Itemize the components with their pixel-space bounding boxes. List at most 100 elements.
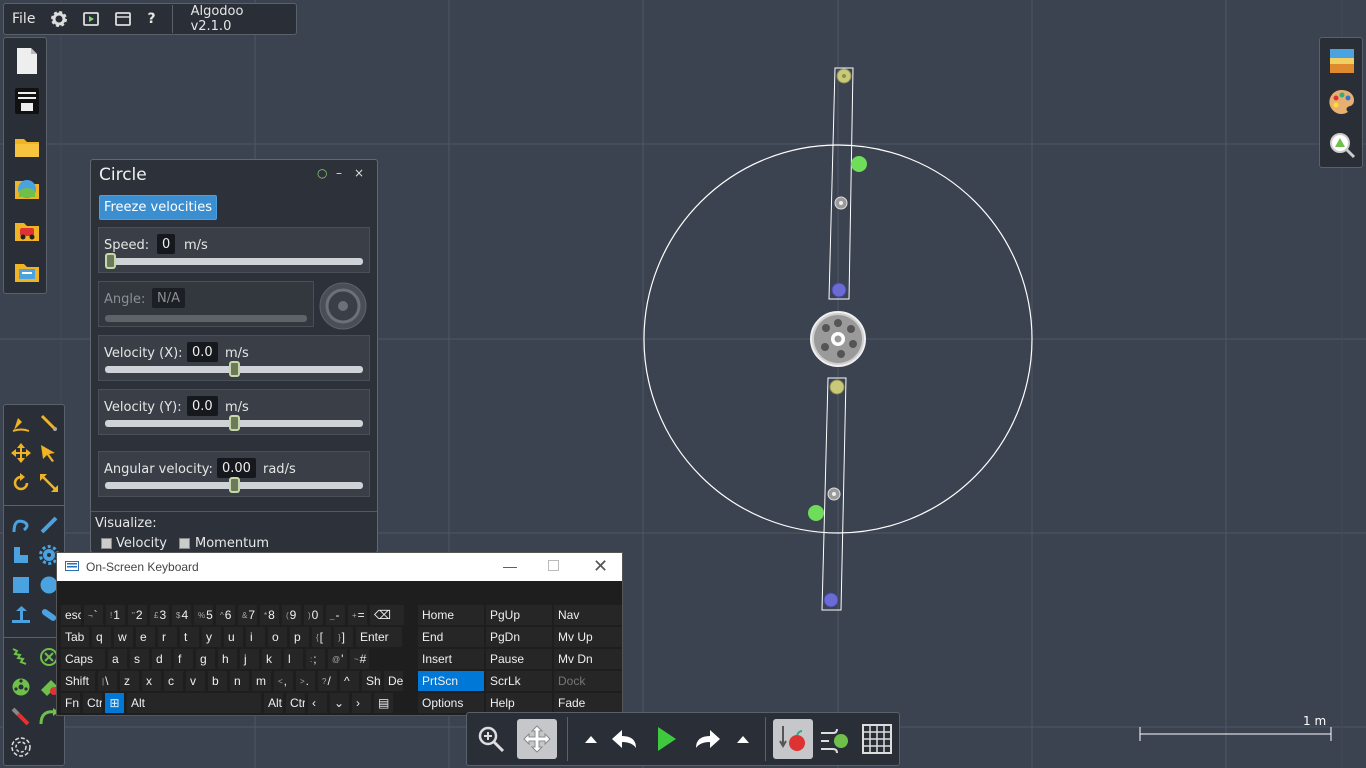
rope-tool-icon[interactable] xyxy=(10,514,32,536)
move-tool-icon[interactable] xyxy=(10,442,32,464)
osk-key[interactable]: q xyxy=(92,627,111,647)
osk-key[interactable]: Enter xyxy=(356,627,402,647)
visualize-velocity-checkbox[interactable] xyxy=(101,538,112,549)
new-scene-icon[interactable] xyxy=(13,46,41,76)
osk-key[interactable]: Shift xyxy=(61,671,95,691)
osk-nav-key[interactable]: Options xyxy=(418,693,484,713)
play-icon[interactable] xyxy=(646,719,686,759)
osk-key[interactable]: b xyxy=(208,671,227,691)
osk-key[interactable]: x xyxy=(142,671,161,691)
redo-history-arrow-icon[interactable] xyxy=(723,719,763,759)
osk-key[interactable]: z xyxy=(120,671,139,691)
osk-key[interactable]: l xyxy=(284,649,303,669)
osk-key[interactable]: n xyxy=(230,671,249,691)
osk-key[interactable]: £3 xyxy=(150,605,169,625)
osk-key[interactable]: y xyxy=(202,627,221,647)
scene-browser-icon[interactable] xyxy=(13,86,41,116)
velocity-y-input[interactable]: 0.0 xyxy=(187,396,218,416)
osk-key[interactable]: @ ' xyxy=(328,649,347,669)
open-folder-icon[interactable] xyxy=(13,131,41,161)
osk-key[interactable]: ) 0 xyxy=(304,605,323,625)
air-friction-icon[interactable] xyxy=(815,719,855,759)
velocity-y-slider-thumb[interactable] xyxy=(228,415,240,431)
osk-key[interactable]: esc xyxy=(61,605,81,625)
osk-key[interactable]: ‹ xyxy=(308,693,327,713)
osk-key[interactable]: % 5 xyxy=(194,605,213,625)
minimize-icon[interactable]: – xyxy=(336,166,342,180)
osk-key[interactable]: ⊞ xyxy=(105,693,124,713)
osk-nav-key[interactable]: Mv Dn xyxy=(554,649,622,669)
osk-key[interactable]: Del xyxy=(384,671,403,691)
osk-key[interactable]: ^ 6 xyxy=(216,605,235,625)
osk-key[interactable]: d xyxy=(152,649,171,669)
settings-gear-icon[interactable] xyxy=(43,3,75,35)
osk-key[interactable]: u xyxy=(224,627,243,647)
osk-key[interactable]: ⌫ xyxy=(370,605,404,625)
velocity-x-slider-thumb[interactable] xyxy=(228,361,240,377)
osk-key[interactable]: Tab xyxy=(61,627,89,647)
osk-key[interactable]: (9 xyxy=(282,605,301,625)
file-menu[interactable]: File xyxy=(4,3,43,35)
osk-key[interactable]: v xyxy=(186,671,205,691)
osk-key[interactable]: ? / xyxy=(318,671,337,691)
upper-rod[interactable] xyxy=(828,67,854,300)
brush-tool-icon[interactable] xyxy=(38,412,60,434)
osk-key[interactable]: c xyxy=(164,671,183,691)
freeze-velocities-button[interactable]: Freeze velocities xyxy=(99,195,217,220)
osk-key[interactable]: ~ # xyxy=(350,649,369,669)
axle-tool-icon[interactable] xyxy=(10,676,32,698)
close-icon[interactable]: × xyxy=(354,166,364,180)
osk-key[interactable]: m xyxy=(252,671,271,691)
sketch-tool-icon[interactable] xyxy=(10,412,32,434)
osk-key[interactable]: $4 xyxy=(172,605,191,625)
motor-hub[interactable] xyxy=(810,311,866,367)
osk-key[interactable]: k xyxy=(262,649,281,669)
osk-nav-key[interactable]: Dock xyxy=(554,671,622,691)
osk-key[interactable]: | \ xyxy=(98,671,117,691)
osk-key[interactable]: e xyxy=(136,627,155,647)
laser-tool-icon[interactable] xyxy=(10,706,32,728)
pin-green-top[interactable] xyxy=(851,156,867,172)
osk-key[interactable]: h xyxy=(218,649,237,669)
osk-key[interactable]: Caps xyxy=(61,649,105,669)
osk-key[interactable]: Alt xyxy=(127,693,261,713)
pin-yellow-lower[interactable] xyxy=(829,379,845,395)
osk-key[interactable]: :; xyxy=(306,649,325,669)
color-palette-icon[interactable] xyxy=(1328,88,1356,116)
osk-nav-key[interactable]: PgDn xyxy=(486,627,552,647)
drag-tool-icon[interactable] xyxy=(38,442,60,464)
polygon-tool-icon[interactable] xyxy=(10,544,32,566)
plane-tool-icon[interactable] xyxy=(10,604,32,626)
osk-key[interactable]: Ctr xyxy=(286,693,305,713)
spring-tool-icon[interactable] xyxy=(10,646,32,668)
angular-velocity-slider-thumb[interactable] xyxy=(228,477,240,493)
osk-key[interactable]: >. xyxy=(296,671,315,691)
open-example-icon[interactable] xyxy=(13,215,41,245)
angular-velocity-input[interactable]: 0.00 xyxy=(217,458,256,478)
box-tool-icon[interactable] xyxy=(10,574,32,596)
zoom-icon[interactable] xyxy=(471,719,511,759)
scale-tool-icon[interactable] xyxy=(38,472,60,494)
help-icon[interactable]: ? xyxy=(139,3,163,35)
osk-key[interactable]: j xyxy=(240,649,259,669)
osk-key[interactable]: ¬ ` xyxy=(84,605,103,625)
osk-key[interactable]: Ctr xyxy=(83,693,102,713)
osk-key[interactable]: }] xyxy=(334,627,353,647)
osk-key[interactable]: _ - xyxy=(326,605,345,625)
osk-minimize-icon[interactable]: — xyxy=(503,558,517,574)
osk-close-icon[interactable]: ✕ xyxy=(593,556,608,577)
osk-key[interactable]: ⌄ xyxy=(330,693,349,713)
osk-key[interactable]: ! 1 xyxy=(106,605,125,625)
speed-input[interactable]: 0 xyxy=(157,234,176,254)
osk-nav-key[interactable]: Mv Up xyxy=(554,627,622,647)
osk-key[interactable]: s xyxy=(130,649,149,669)
osk-key[interactable]: o xyxy=(268,627,287,647)
osk-key[interactable]: Alt xyxy=(264,693,283,713)
osk-key[interactable]: a xyxy=(108,649,127,669)
osk-nav-key[interactable]: End xyxy=(418,627,484,647)
osk-key[interactable]: " 2 xyxy=(128,605,147,625)
redo-icon[interactable] xyxy=(687,719,727,759)
background-icon[interactable] xyxy=(1328,47,1356,75)
osk-key[interactable]: › xyxy=(352,693,371,713)
osk-key[interactable]: r xyxy=(158,627,177,647)
